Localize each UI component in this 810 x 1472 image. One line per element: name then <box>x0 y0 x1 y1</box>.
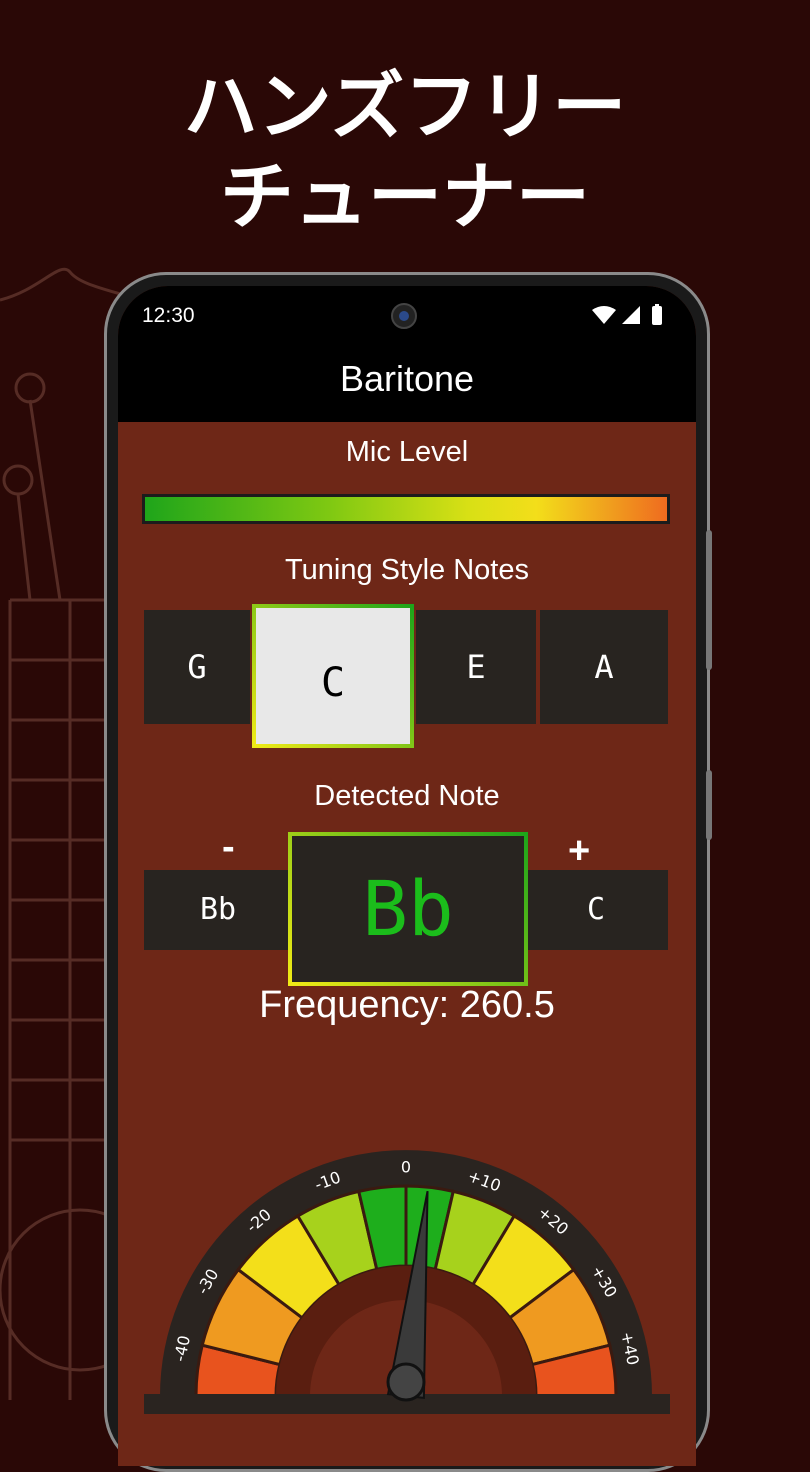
app-screen: 12:30 Baritone Mic Level Tuning Style No… <box>118 286 696 1466</box>
headline-line-1: ハンズフリー <box>183 64 627 150</box>
meter-tick-label: 0 <box>401 1158 411 1177</box>
headline-line-2: チューナー <box>220 154 590 240</box>
phone-volume-button <box>706 770 712 840</box>
cents-meter: -40-30-20-100 +10+20+30+40 <box>144 1150 670 1414</box>
meter-needle-hub <box>386 1362 426 1402</box>
phone-power-button <box>706 530 712 670</box>
